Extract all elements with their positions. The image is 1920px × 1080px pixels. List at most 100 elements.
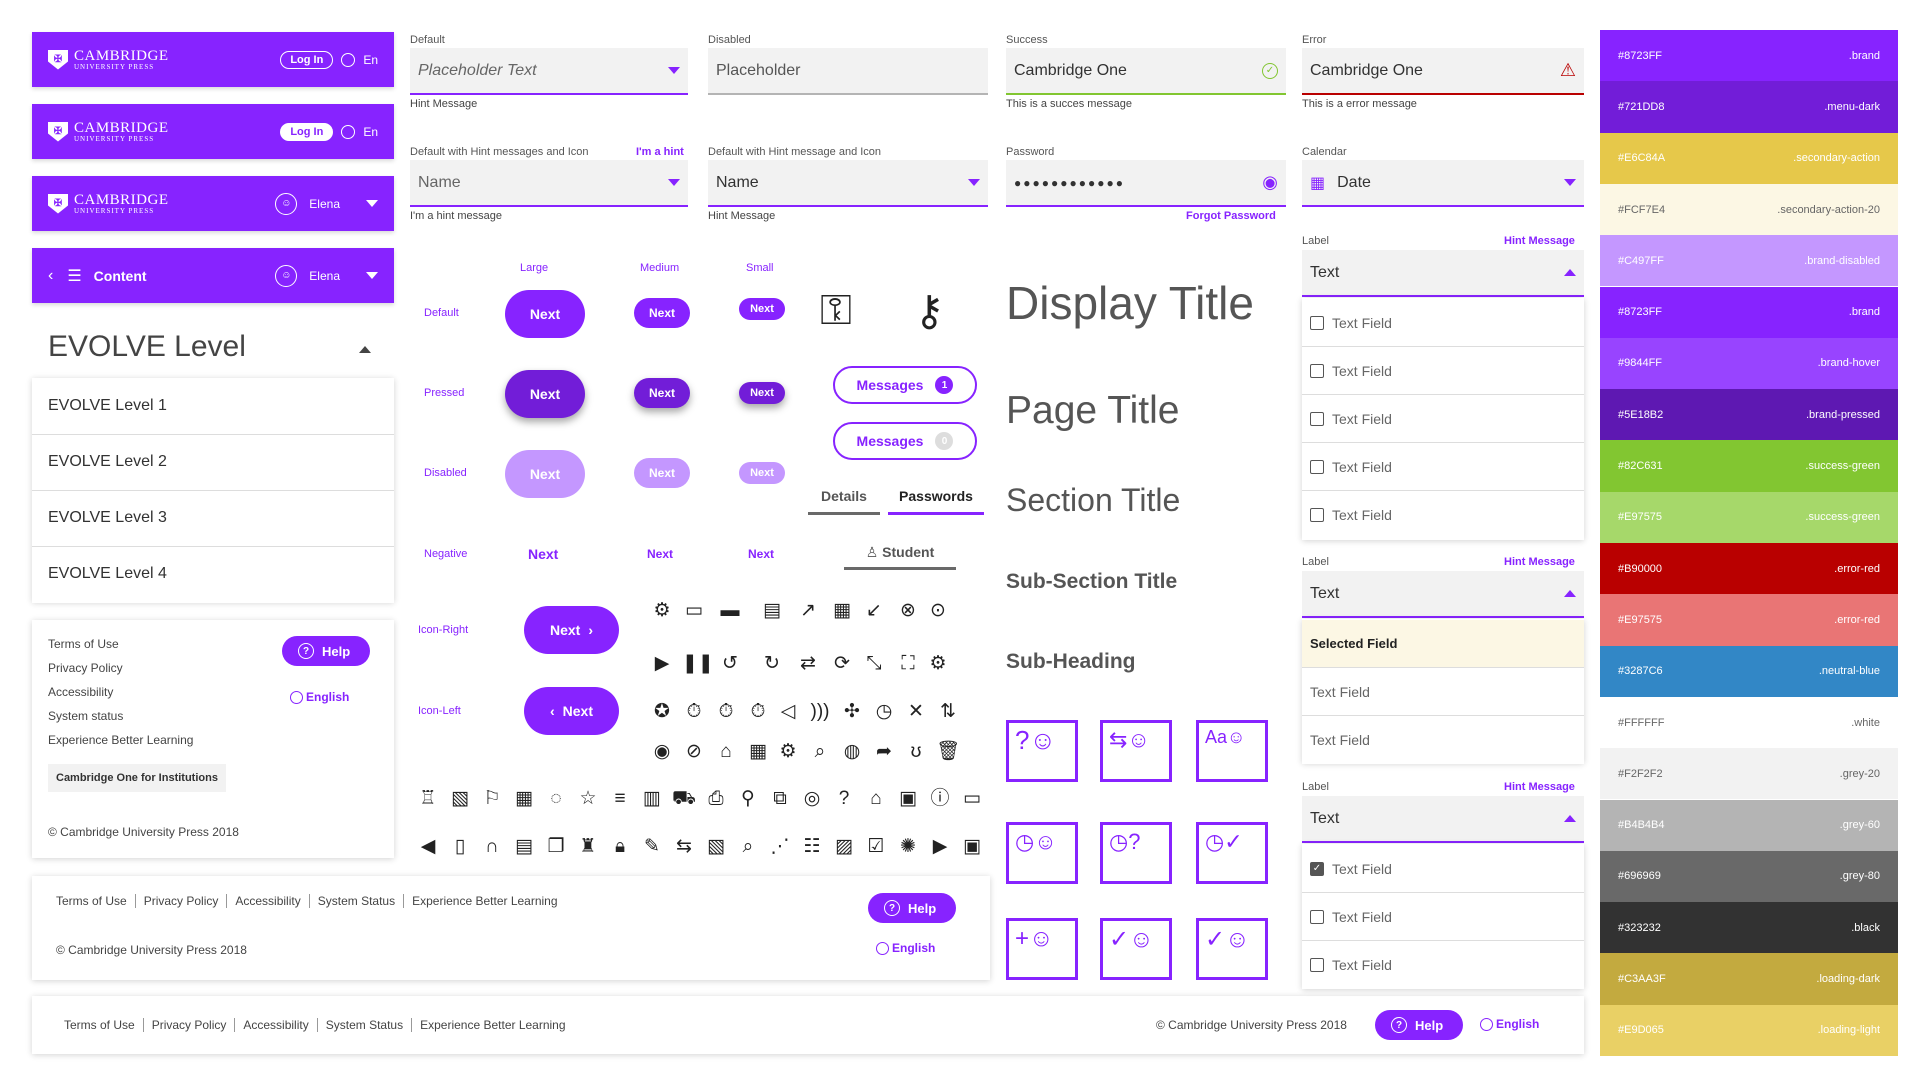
globe-icon[interactable] — [341, 124, 356, 139]
settings-outline-icon[interactable]: ⚙ — [926, 652, 950, 676]
success-field[interactable]: Cambridge One ✓ — [1006, 48, 1286, 95]
timer-icon[interactable]: ⏱ — [746, 700, 770, 724]
clock-icon[interactable]: ◷ — [872, 700, 896, 724]
name-dropdown[interactable]: Name — [708, 160, 988, 207]
lock-icon[interactable]: 🔒︎ — [608, 835, 632, 859]
checkbox-option[interactable]: Text Field — [1302, 893, 1584, 941]
card-filled-icon[interactable]: ▬ — [718, 599, 742, 623]
collapse-icon[interactable]: ✣ — [840, 700, 864, 724]
share-icon[interactable]: ⋰ — [768, 835, 792, 859]
share-arrow-icon[interactable]: ➦ — [872, 740, 896, 764]
footer-link[interactable]: Privacy Policy — [136, 894, 228, 908]
copy-icon[interactable]: ❐ — [544, 835, 568, 859]
tab-passwords[interactable]: Passwords — [888, 488, 984, 515]
forgot-password-link[interactable]: Forgot Password — [1186, 210, 1276, 222]
tab-details[interactable]: Details — [808, 488, 880, 515]
pause-icon[interactable]: ❚❚ — [682, 652, 714, 676]
checkbox-option[interactable]: Text Field — [1302, 941, 1584, 989]
document-filled-icon[interactable]: ▦ — [830, 599, 854, 623]
check-circle-icon[interactable]: ⊙ — [926, 599, 950, 623]
footer-link[interactable]: Privacy Policy — [48, 661, 123, 675]
forward-15-icon[interactable]: ↻ — [760, 652, 784, 676]
language-selector[interactable]: English — [1480, 1017, 1539, 1031]
chevron-up-icon[interactable] — [359, 346, 371, 353]
footer-link[interactable]: System Status — [310, 894, 405, 908]
user-icon[interactable]: ☺ — [275, 264, 298, 287]
evolve-item[interactable]: EVOLVE Level 2 — [32, 435, 394, 491]
cambridge-logo[interactable]: ✠ CAMBRIDGE UNIVERSITY PRESS — [48, 192, 169, 215]
play-icon[interactable]: ▶ — [650, 652, 674, 676]
mobile-icon[interactable]: ▯ — [448, 835, 472, 859]
timer-icon[interactable]: ⏱ — [714, 700, 738, 724]
gesture-icon[interactable]: ʊ — [904, 740, 928, 764]
chevron-down-icon[interactable] — [366, 272, 378, 279]
user-icon[interactable]: ☺ — [275, 192, 298, 215]
report-icon[interactable]: ▧ — [704, 835, 728, 859]
checkbox-option[interactable]: ✓ Text Field — [1302, 845, 1584, 893]
cambridge-logo[interactable]: ✠ CAMBRIDGE UNIVERSITY PRESS — [48, 48, 169, 71]
checkbox-option[interactable]: Text Field — [1302, 395, 1584, 443]
settings-icon[interactable]: ⚙ — [650, 599, 674, 623]
next-button-large-pressed[interactable]: Next — [505, 370, 585, 418]
next-button-medium-negative[interactable]: Next — [647, 547, 673, 561]
info-icon[interactable]: ⓘ — [928, 787, 952, 811]
image-icon[interactable]: ▣ — [896, 787, 920, 811]
arrow-up-right-icon[interactable]: ↗ — [796, 599, 820, 623]
truck-icon[interactable]: ⛟ — [672, 787, 696, 811]
user-name[interactable]: Elena — [309, 269, 340, 283]
star-icon[interactable]: ✪ — [650, 700, 674, 724]
checkbox-option[interactable]: Text Field — [1302, 443, 1584, 491]
trophy-icon[interactable]: ♖ — [416, 787, 440, 811]
footer-link[interactable]: Terms of Use — [48, 637, 119, 651]
footer-link[interactable]: Accessibility — [227, 894, 310, 908]
checkbox-option[interactable]: Text Field — [1302, 491, 1584, 539]
home-outline-icon[interactable]: ⌂ — [864, 787, 888, 811]
checkbox-icon[interactable] — [1310, 459, 1324, 474]
checkbox-icon[interactable] — [1310, 411, 1324, 426]
fullscreen-icon[interactable]: ⛶ — [896, 652, 920, 676]
globe-icon[interactable] — [341, 52, 356, 67]
eye-icon[interactable]: ◉ — [650, 740, 674, 764]
edit-document-icon[interactable]: ▧ — [448, 787, 472, 811]
password-field[interactable]: ●●●●●●●●●●●● ◉ — [1006, 160, 1286, 207]
swap-icon[interactable]: ⇅ — [936, 700, 960, 724]
language-selector[interactable]: English — [876, 941, 935, 955]
help-button[interactable]: ? Help — [282, 636, 370, 666]
checkbox-icon[interactable] — [1310, 315, 1324, 330]
video-icon[interactable]: ▶ — [928, 835, 952, 859]
eye-off-icon[interactable]: ⊘ — [682, 740, 706, 764]
rewind-15-icon[interactable]: ↺ — [718, 652, 742, 676]
next-button-icon-right[interactable]: Next › — [524, 606, 619, 654]
compass-icon[interactable]: ◍ — [840, 740, 864, 764]
footer-link[interactable]: Terms of Use — [56, 894, 136, 908]
laptop-icon[interactable]: ▭ — [960, 787, 984, 811]
next-button-large-negative[interactable]: Next — [528, 546, 558, 562]
help-button[interactable]: ? Help — [1375, 1010, 1463, 1040]
volume-icon[interactable]: ◁ — [776, 700, 800, 724]
back-arrow-icon[interactable]: ‹ — [48, 267, 53, 285]
megaphone-icon[interactable]: ◀ — [416, 835, 440, 859]
search-icon[interactable]: ⌕ — [736, 835, 760, 859]
language-label[interactable]: En — [363, 125, 378, 139]
footer-link[interactable]: Experience Better Learning — [412, 1018, 573, 1032]
next-button-medium-pressed[interactable]: Next — [634, 378, 690, 408]
checklist-icon[interactable]: ☑ — [864, 835, 888, 859]
evolve-item[interactable]: EVOLVE Level 4 — [32, 547, 394, 603]
next-button-small[interactable]: Next — [739, 298, 785, 320]
notes-icon[interactable]: ▤ — [512, 835, 536, 859]
external-link-icon[interactable]: ⧉ — [768, 787, 792, 811]
footer-link[interactable]: Experience Better Learning — [48, 733, 193, 747]
analytics-icon[interactable]: ▨ — [832, 835, 856, 859]
login-button[interactable]: Log In — [280, 50, 334, 69]
cambridge-logo[interactable]: ✠ CAMBRIDGE UNIVERSITY PRESS — [48, 120, 169, 143]
checkbox-icon[interactable] — [1310, 363, 1324, 378]
help-button[interactable]: ? Help — [868, 893, 956, 923]
timer-icon[interactable]: ⏱ — [682, 700, 706, 724]
footer-link[interactable]: Accessibility — [235, 1018, 318, 1032]
list-dropdown[interactable]: Text — [1302, 250, 1584, 297]
exit-fullscreen-icon[interactable]: ⤡ — [862, 652, 886, 676]
evolve-item[interactable]: EVOLVE Level 3 — [32, 491, 394, 547]
help-circle-icon[interactable]: ? — [832, 787, 856, 811]
lightbulb-icon[interactable]: ✺ — [896, 835, 920, 859]
search-icon[interactable]: ⌕ — [808, 740, 832, 764]
